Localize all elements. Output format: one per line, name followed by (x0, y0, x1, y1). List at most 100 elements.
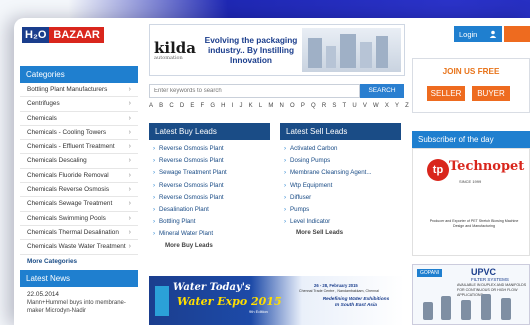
category-item[interactable]: Chemicals Sewage Treatment › (20, 197, 138, 212)
latest-news-title: Latest News (20, 270, 138, 287)
category-item[interactable]: Centrifuges › (20, 97, 138, 112)
alphabet-letter[interactable]: K (249, 103, 253, 109)
category-item[interactable]: Chemicals Thermal Desalination › (20, 226, 138, 241)
search-input[interactable] (149, 84, 360, 98)
site-logo[interactable]: H₂O BAZAAR (22, 26, 104, 44)
more-buy-leads-link[interactable]: More Buy Leads (149, 241, 270, 249)
alphabet-letter[interactable]: T (342, 103, 346, 109)
user-icon (489, 30, 497, 38)
category-item[interactable]: Chemicals Swimming Pools › (20, 212, 138, 226)
alphabet-letter[interactable]: G (210, 103, 215, 109)
gopani-product: UPVC (471, 267, 497, 277)
expo-title-line1: Water Today's (173, 282, 251, 293)
news-headline[interactable]: Mann+Hummel buys into membrane-maker Mic… (20, 298, 138, 316)
chevron-right-icon: › (128, 157, 131, 165)
category-label: Bottling Plant Manufacturers (27, 86, 108, 93)
sell-leads-list: Activated CarbonDosing PumpsMembrane Cle… (280, 140, 401, 229)
gopani-description: AVAILABLE IN DUPLEX AND MANIFOLDS FOR CO… (457, 283, 527, 297)
alphabet-letter[interactable]: Y (395, 103, 399, 109)
screenshot-stage: H₂O BAZAAR kilda automation Evolving the… (0, 0, 530, 325)
alphabet-letter[interactable]: C (169, 103, 173, 109)
alphabet-letter[interactable]: J (240, 103, 243, 109)
category-label: Chemicals Fluoride Removal (27, 171, 109, 179)
sell-leads-panel: Latest Sell Leads Activated CarbonDosing… (280, 123, 401, 236)
lead-item[interactable]: Reverse Osmosis Plant (149, 143, 270, 155)
chevron-right-icon: › (128, 200, 131, 208)
category-item[interactable]: Chemicals › (20, 112, 138, 126)
alphabet-letter[interactable]: D (180, 103, 184, 109)
kilda-banner-ad[interactable]: kilda automation Evolving the packaging … (149, 24, 405, 76)
category-label: Chemicals Swimming Pools (27, 214, 106, 222)
lead-item[interactable]: Pumps (280, 204, 401, 216)
alphabet-letter[interactable]: Z (405, 103, 409, 109)
category-item[interactable]: Chemicals Descaling › (20, 154, 138, 169)
lead-item[interactable]: Wtp Equipment (280, 180, 401, 192)
expo-slogan: Redefining Water Exhibitions In South Ea… (322, 297, 390, 308)
gopani-logo: GOPANI (417, 269, 443, 277)
lead-item[interactable]: Sewage Treatment Plant (149, 167, 270, 179)
technopet-name: Technopet (449, 159, 525, 174)
login-label: Login (459, 29, 478, 39)
sell-leads-title: Latest Sell Leads (280, 123, 401, 140)
lead-item[interactable]: Mineral Water Plant (149, 228, 270, 240)
chevron-right-icon: › (128, 143, 131, 151)
alphabet-letter[interactable]: U (352, 103, 356, 109)
buy-leads-panel: Latest Buy Leads Reverse Osmosis PlantRe… (149, 123, 270, 249)
alphabet-letter[interactable]: R (322, 103, 326, 109)
alphabet-letter[interactable]: L (259, 103, 262, 109)
alphabet-letter[interactable]: F (201, 103, 205, 109)
join-us-box: JOIN US FREE SELLER BUYER (412, 58, 530, 113)
gopani-ad[interactable]: GOPANI UPVC FILTER SYSTEMS AVAILABLE IN … (412, 264, 530, 325)
subscriber-panel: Subscriber of the day (412, 131, 530, 148)
alphabet-letter[interactable]: O (290, 103, 295, 109)
seller-button[interactable]: SELLER (427, 86, 465, 101)
lead-item[interactable]: Dosing Pumps (280, 155, 401, 167)
register-button[interactable] (504, 26, 530, 42)
lead-item[interactable]: Reverse Osmosis Plant (149, 192, 270, 204)
lead-item[interactable]: Activated Carbon (280, 143, 401, 155)
alphabet-letter[interactable]: B (159, 103, 163, 109)
technopet-logo-icon: tp (427, 159, 449, 181)
chevron-right-icon: › (128, 114, 131, 122)
alphabet-letter[interactable]: M (268, 103, 273, 109)
water-expo-banner-ad[interactable]: Water Today's Water Expo 2015 9th Editio… (149, 276, 404, 325)
alphabet-letter[interactable]: A (149, 103, 153, 109)
technopet-ad[interactable]: tp Technopet SINCE 1999 Producer and Exp… (412, 148, 530, 256)
category-item[interactable]: Bottling Plant Manufacturers › (20, 83, 138, 98)
category-label: Chemicals - Effluent Treatment (27, 143, 115, 151)
alphabet-letter[interactable]: E (190, 103, 194, 109)
logo-h2o: H₂O (22, 27, 50, 43)
category-item[interactable]: Chemicals Fluoride Removal › (20, 169, 138, 184)
category-item[interactable]: Chemicals Reverse Osmosis › (20, 183, 138, 198)
latest-news-panel: Latest News 22.05.2014 Mann+Hummel buys … (20, 270, 138, 316)
lead-item[interactable]: Diffuser (280, 192, 401, 204)
buyer-button[interactable]: BUYER (472, 86, 510, 101)
lead-item[interactable]: Reverse Osmosis Plant (149, 155, 270, 167)
category-item[interactable]: Chemicals Waste Water Treatment › (20, 240, 138, 255)
login-button[interactable]: Login (454, 26, 502, 42)
lead-item[interactable]: Membrane Cleansing Agent... (280, 167, 401, 179)
category-label: Chemicals (27, 114, 57, 122)
category-item[interactable]: Chemicals - Effluent Treatment › (20, 140, 138, 155)
alphabet-letter[interactable]: W (373, 103, 379, 109)
alphabet-letter[interactable]: H (221, 103, 225, 109)
lead-item[interactable]: Reverse Osmosis Plant (149, 180, 270, 192)
alphabet-letter[interactable]: S (332, 103, 336, 109)
alphabet-letter[interactable]: N (279, 103, 283, 109)
lead-item[interactable]: Level Indicator (280, 216, 401, 228)
banner-tagline: Evolving the packaging industry.. By Ins… (204, 35, 298, 65)
alphabet-letter[interactable]: V (363, 103, 367, 109)
more-categories-link[interactable]: More Categories (20, 255, 138, 268)
alphabet-letter[interactable]: X (385, 103, 389, 109)
alphabet-letter[interactable]: I (232, 103, 234, 109)
buy-leads-title: Latest Buy Leads (149, 123, 270, 140)
category-item[interactable]: Chemicals - Cooling Towers › (20, 126, 138, 141)
expo-title-line2: Water Expo 2015 (177, 295, 282, 308)
alphabet-letter[interactable]: P (301, 103, 305, 109)
category-label: Chemicals Waste Water Treatment (27, 243, 126, 251)
search-button[interactable]: SEARCH (360, 84, 404, 98)
alphabet-letter[interactable]: Q (311, 103, 316, 109)
more-sell-leads-link[interactable]: More Sell Leads (280, 228, 401, 236)
lead-item[interactable]: Desalination Plant (149, 204, 270, 216)
lead-item[interactable]: Bottling Plant (149, 216, 270, 228)
